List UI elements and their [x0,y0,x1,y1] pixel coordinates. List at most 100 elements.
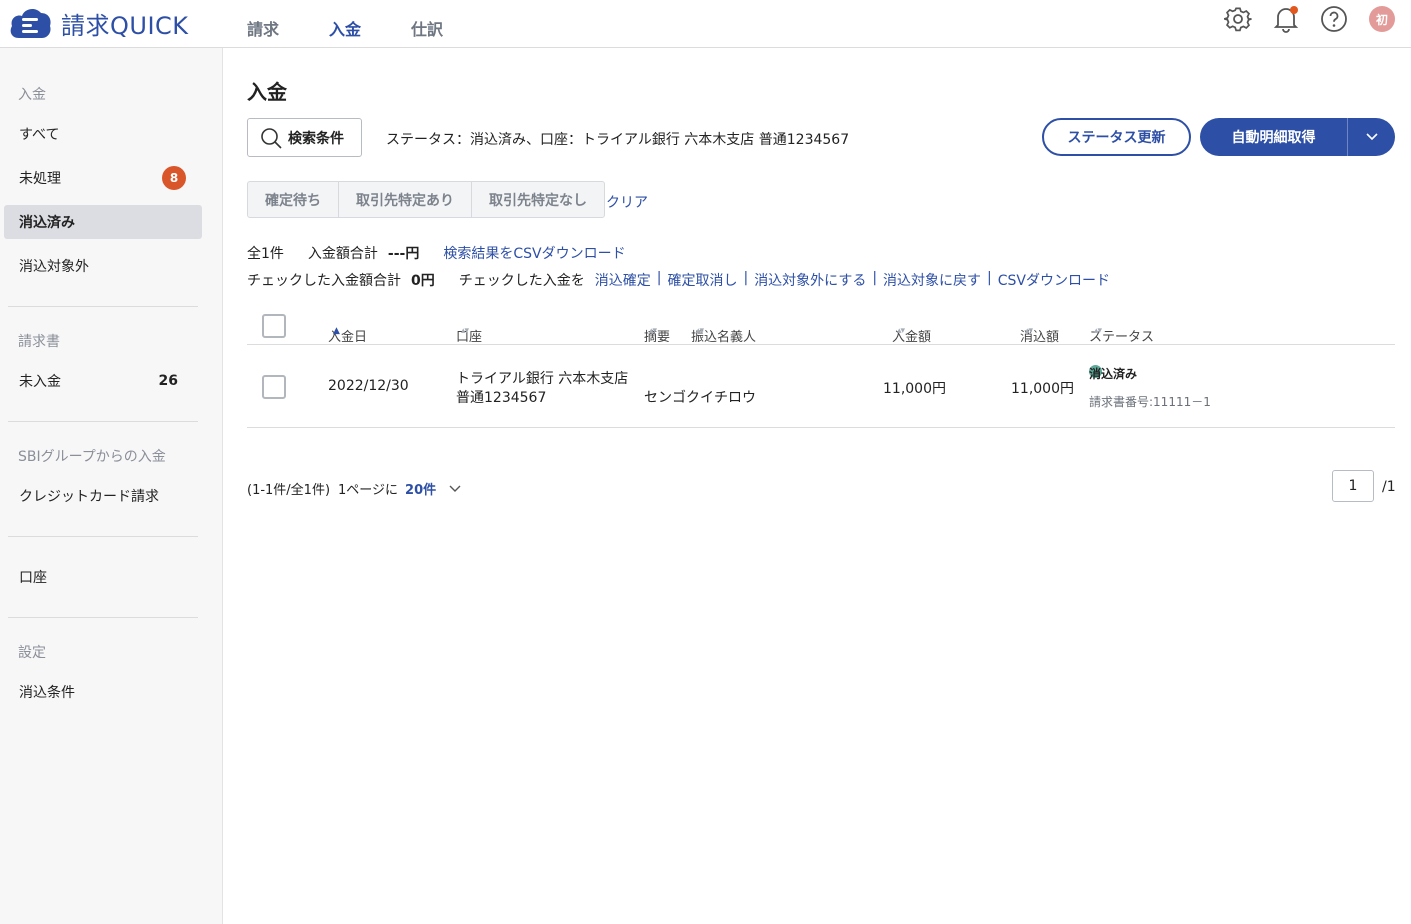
sort-icon: ▴▾ [1025,326,1033,336]
amount-label: 入金額合計 [307,246,378,262]
checked-actions-line: チェックした入金額合計 0円 チェックした入金を 消込確定 | 確定取消し | 消込… [247,270,1110,290]
sidebar-item-label: クレジットカード請求 [19,489,159,505]
filter-client-unidentified[interactable]: 取引先特定なし [472,182,604,217]
sort-icon: ▴▾ [696,326,704,336]
chevron-down-icon[interactable] [448,484,462,494]
search-icon [261,127,282,149]
row-date: 2022/12/30 [328,378,409,394]
logo-cloud-icon [10,9,51,38]
sidebar-item-label: 口座 [19,570,47,586]
filter-client-identified[interactable]: 取引先特定あり [339,182,472,217]
auto-fetch-button[interactable]: 自動明細取得 [1200,118,1395,156]
bell-icon[interactable] [1271,4,1301,34]
sidebar-item-unprocessed[interactable]: 未処理 8 [4,161,202,195]
per-page-select[interactable]: 20件 [405,479,436,498]
checked-amount-value: 0円 [411,273,435,289]
table-header: 入金日 ▲ 口座 ▴▾ 摘要 ▴▾ 振込名義人 ▴▾ 入金額 ▴▾ 消込額 ▴▾ ステータス… [247,308,1395,345]
sidebar-item-label: 消込条件 [19,685,75,701]
total-count: 全1件 [247,246,284,262]
sidebar-heading-invoice: 請求書 [18,334,60,350]
select-all-checkbox[interactable] [262,314,286,338]
row-cleared: 11,000円 [1011,381,1074,397]
gear-icon[interactable] [1223,4,1253,34]
sidebar-heading-settings: 設定 [18,645,46,661]
sort-icon: ▴▾ [461,326,469,336]
pagination-info: (1-1件/全1件) 1ページに 20件 [247,479,462,498]
page-range: (1-1件/全1件) [247,483,331,498]
clear-link[interactable]: クリア [606,192,648,212]
auto-fetch-label: 自動明細取得 [1231,130,1316,146]
sidebar-item-label: 未入金 [19,374,61,390]
page-number-input[interactable]: 1 [1332,470,1374,502]
action-exclude[interactable]: 消込対象外にする [754,270,866,290]
sidebar-item-label: すべて [19,127,60,143]
checked-action-label: チェックした入金を [458,273,585,289]
row-invoice-number[interactable]: 請求書番号:11111－1 [1089,393,1211,410]
search-condition-text: ステータス：消込済み、口座：トライアル銀行 六本木支店 普通1234567 [386,132,850,148]
per-page-label: 1ページに [338,483,399,498]
notification-dot [1290,6,1298,14]
checked-amount-label: チェックした入金額合計 [247,273,401,289]
status-filter-tabs: 確定待ち 取引先特定あり 取引先特定なし [247,181,605,218]
avatar[interactable]: 初 [1369,6,1395,32]
separator: | [743,270,749,286]
logo-text: 請求QUICK [61,11,189,40]
sidebar-divider [8,306,198,307]
action-restore[interactable]: 消込対象に戻す [883,270,981,290]
unprocessed-badge: 8 [162,166,186,190]
sidebar-item-label: 消込対象外 [19,259,89,275]
row-account-line1: トライアル銀行 六本木支店 [456,371,629,387]
filter-pending[interactable]: 確定待ち [248,182,339,217]
sort-asc-icon: ▲ [333,326,340,336]
chevron-down-icon[interactable] [1348,132,1395,142]
column-label: 摘要 [644,330,671,345]
row-checkbox[interactable] [262,375,286,399]
sidebar: 入金 すべて 未処理 8 消込済み 消込対象外 請求書 未入金 26 SBIグループ… [0,48,223,924]
search-conditions-button[interactable]: 検索条件 [247,118,362,157]
global-nav: 請求 入金 仕訳 [247,16,493,40]
sidebar-item-unpaid[interactable]: 未入金 26 [4,364,202,398]
action-csv-download[interactable]: CSVダウンロード [998,270,1110,290]
sidebar-divider [8,536,198,537]
sort-icon: ▴▾ [897,326,905,336]
sidebar-item-credit-card[interactable]: クレジットカード請求 [4,479,202,513]
sidebar-item-excluded[interactable]: 消込対象外 [4,249,202,283]
unpaid-count: 26 [158,373,178,389]
nav-payment[interactable]: 入金 [329,16,361,40]
help-icon[interactable] [1319,4,1349,34]
table-row[interactable]: 2022/12/30 トライアル銀行 六本木支店 普通1234567 センゴクイ… [247,345,1395,428]
logo[interactable]: 請求QUICK [7,4,189,42]
separator: | [656,270,662,286]
sidebar-divider [8,617,198,618]
status-update-button[interactable]: ステータス更新 [1042,118,1191,156]
page-total: /1 [1382,479,1396,495]
sidebar-item-label: 未処理 [19,171,61,187]
sidebar-heading-payment: 入金 [18,87,46,103]
separator: | [987,270,992,286]
sort-icon: ▴▾ [1094,326,1102,336]
row-amount: 11,000円 [883,381,946,397]
csv-download-link[interactable]: 検索結果をCSVダウンロード [443,243,625,263]
action-cancel-confirm[interactable]: 確定取消し [667,270,737,290]
header-icons: 初 [1205,4,1395,34]
sidebar-item-cleared[interactable]: 消込済み [4,205,202,239]
page-title: 入金 [247,80,287,104]
nav-invoice[interactable]: 請求 [247,16,279,40]
action-confirm-clear[interactable]: 消込確定 [595,270,651,290]
row-account-line2: 普通1234567 [456,390,547,406]
sidebar-divider [8,421,198,422]
summary-line: 全1件 入金額合計 ---円 検索結果をCSVダウンロード [247,243,626,263]
sidebar-item-all[interactable]: すべて [4,117,202,151]
amount-value: ---円 [387,246,420,262]
sidebar-item-account[interactable]: 口座 [4,560,202,594]
search-button-label: 検索条件 [288,130,344,147]
nav-journal[interactable]: 仕訳 [411,16,443,40]
column-label: 口座 [456,330,483,345]
sidebar-item-label: 消込済み [19,215,75,231]
app-header: 請求QUICK 請求 入金 仕訳 初 [0,0,1411,48]
sidebar-heading-sbi: SBIグループからの入金 [18,449,166,465]
row-remitter: センゴクイチロウ [644,390,756,406]
sidebar-item-clear-conditions[interactable]: 消込条件 [4,675,202,709]
sort-icon: ▴▾ [649,326,657,336]
separator: | [872,270,878,286]
